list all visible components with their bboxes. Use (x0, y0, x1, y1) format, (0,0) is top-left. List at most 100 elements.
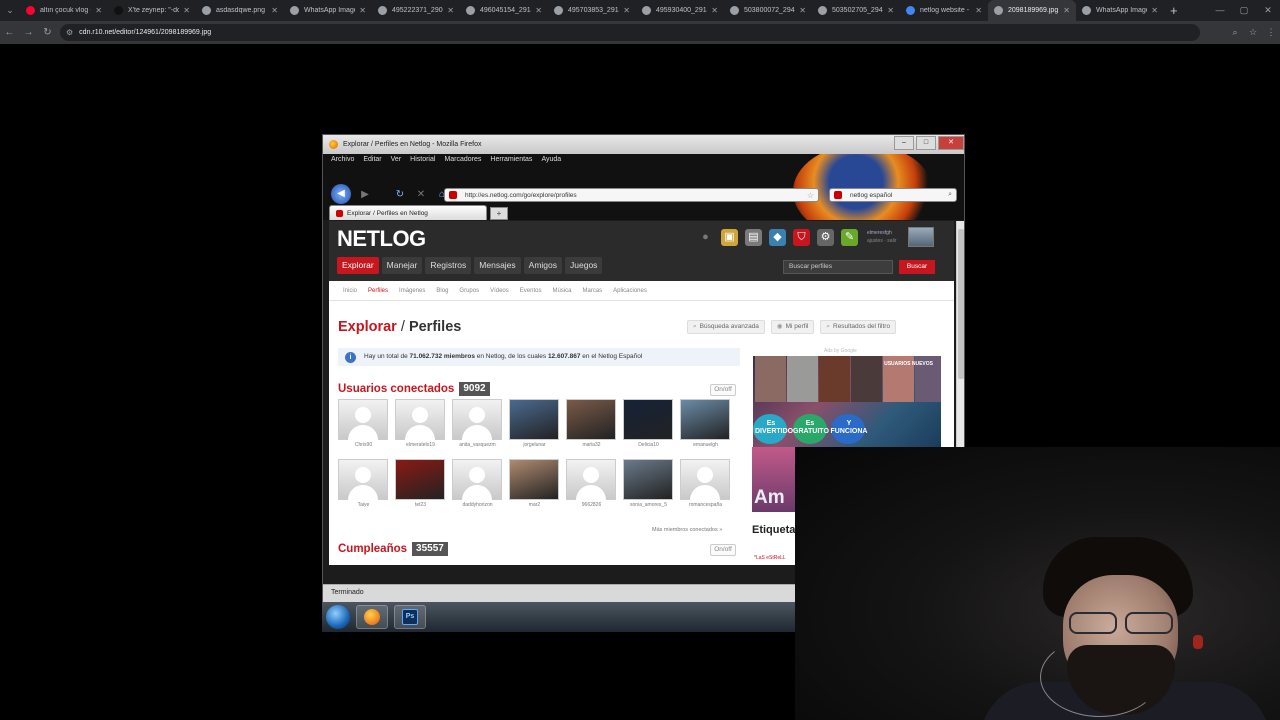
default-avatar-icon (395, 399, 445, 441)
tab-close-icon[interactable]: ✕ (887, 6, 894, 15)
online-users-heading: Usuarios conectados 9092 (338, 382, 490, 396)
netlog-toolbar-icons: ● ▣ ▤ ◆ ⛉ ⚙ ✎ (697, 229, 858, 246)
tab-close-icon[interactable]: ✕ (1063, 6, 1070, 15)
tab-title: asdasdqwe.png (6) (216, 7, 267, 14)
back-icon[interactable]: ← (0, 27, 19, 38)
firefox-titlebar: Explorar / Perfiles en Netlog - Mozilla … (323, 135, 964, 154)
ff-menu-item: Ver (390, 156, 402, 163)
browser-tab[interactable]: X'te zeynep: "-doğu✕ (108, 0, 196, 21)
birthday-toggle: On/off (710, 544, 736, 556)
tab-close-icon[interactable]: ✕ (183, 6, 190, 15)
netlog-nav-tab: Explorar (337, 257, 379, 274)
user-photo (623, 399, 673, 440)
netlog-tab-icon (336, 209, 343, 217)
menu-icon[interactable]: ⋮ (1262, 27, 1280, 38)
crumb-page: Perfiles (408, 319, 462, 335)
screen: ⌄ altın çocuk vlog - Yo✕X'te zeynep: "-d… (0, 0, 1280, 720)
user-name: daddyhorizon (462, 502, 493, 508)
netlog-favicon (449, 191, 457, 199)
browser-tab[interactable]: 496045154_29143 ✕ (460, 0, 548, 21)
tab-close-icon[interactable]: ✕ (1151, 6, 1158, 15)
user-card: Chris90 (338, 399, 389, 453)
site-info-icon[interactable]: ⚙ (66, 28, 73, 37)
tags-partial-panel: Etiqueta *LaS eStReLL (752, 512, 795, 564)
shield-icon: ⛉ (793, 229, 810, 246)
default-avatar-icon (452, 459, 502, 501)
tab-close-icon[interactable]: ✕ (711, 6, 718, 15)
forward-icon[interactable]: → (19, 27, 38, 38)
user-name: elmeratelo19 (406, 442, 435, 448)
user-photo (680, 399, 730, 440)
bookmark-star-icon[interactable]: ☆ (1244, 27, 1262, 38)
firefox-window-controls: – □ ✕ (892, 136, 964, 150)
netlog-nav-tab: Mensajes (474, 257, 521, 274)
close-icon[interactable]: ✕ (1256, 0, 1280, 21)
window-controls: — ▢ ✕ (1208, 0, 1280, 21)
browser-tab[interactable]: 503502705_29462 ✕ (812, 0, 900, 21)
ad-partial-block: Am (752, 447, 795, 512)
tab-title: altın çocuk vlog - Yo (40, 7, 91, 14)
filter-search-icon: ⌕ (826, 323, 830, 330)
search-icon: ⌕ (693, 323, 697, 330)
zoom-icon[interactable]: ⌕ (1226, 27, 1244, 38)
user-name: sonia_amores_5 (630, 502, 667, 508)
user-name: jorgelunar (523, 442, 546, 448)
default-avatar-icon (338, 399, 388, 441)
browser-tab[interactable]: WhatsApp Image 2 ✕ (1076, 0, 1164, 21)
tab-close-icon[interactable]: ✕ (95, 6, 102, 15)
netlog-nav-tab: Registros (425, 257, 472, 274)
browser-tab[interactable]: asdasdqwe.png (6) ✕ (196, 0, 284, 21)
browser-tab[interactable]: 495703853_29143 ✕ (548, 0, 636, 21)
address-bar[interactable]: ⚙ cdn.r10.net/editor/124961/2098189969.j… (60, 24, 1200, 41)
user-name: Taiye (357, 502, 370, 508)
new-tab-button[interactable]: + (1164, 3, 1184, 18)
browser-tab[interactable]: WhatsApp Image 2 ✕ (284, 0, 372, 21)
filter-results-button: ⌕ Resultados del filtro (820, 320, 897, 334)
tab-close-icon[interactable]: ✕ (799, 6, 806, 15)
tab-search-icon[interactable]: ⌄ (0, 0, 20, 21)
tab-close-icon[interactable]: ✕ (623, 6, 630, 15)
ad-banner: USUARIOS NUEVOS Es DIVERTIDO Es GRATUITO… (753, 356, 941, 448)
advanced-search-label: Búsqueda avanzada (699, 323, 759, 330)
tab-favicon-icon (1082, 6, 1091, 15)
browser-tab[interactable]: altın çocuk vlog - Yo ✕ (20, 0, 108, 21)
tab-favicon-icon (642, 6, 651, 15)
user-name: mar2 (528, 502, 541, 508)
maximize-icon[interactable]: ▢ (1232, 0, 1256, 21)
online-users-grid: Chris90 elmeratelo19 anita_vasquezm jorgelu… (338, 399, 738, 513)
reload-icon[interactable]: ↻ (38, 27, 57, 38)
user-photo (395, 459, 445, 500)
netlog-subnav-item: Imágenes (399, 287, 426, 294)
browser-toolbar: ← → ↻ ⚙ cdn.r10.net/editor/124961/209818… (0, 21, 1280, 44)
ad-brand: USUARIOS NUEVOS (884, 361, 933, 367)
tab-close-icon[interactable]: ✕ (975, 6, 982, 15)
browser-tab[interactable]: 2098189969.jpg (1 ✕ (988, 0, 1076, 21)
tab-close-icon[interactable]: ✕ (535, 6, 542, 15)
tab-favicon-icon (730, 6, 739, 15)
ff-search-text: netlog español (850, 191, 893, 199)
user-card: 9662826 (566, 459, 617, 513)
user-card: tet23 (395, 459, 446, 513)
netlog-username: elmeresfgh (867, 230, 892, 236)
minimize-icon[interactable]: — (1208, 0, 1232, 21)
tab-title: 503800072_29460 (744, 7, 795, 14)
browser-tab[interactable]: 495222371_29007 ✕ (372, 0, 460, 21)
ff-reload-icon: ↻ (395, 188, 405, 200)
ff-bookmark-star-icon: ☆ (806, 190, 814, 200)
browser-tab[interactable]: netlog website - Go ✕ (900, 0, 988, 21)
netlog-subnav-item: Música (552, 287, 572, 294)
browser-tab[interactable]: 503800072_29460 ✕ (724, 0, 812, 21)
tab-close-icon[interactable]: ✕ (271, 6, 278, 15)
user-name: anita_vasquezm (459, 442, 496, 448)
tab-favicon-icon (26, 6, 35, 15)
tab-close-icon[interactable]: ✕ (447, 6, 454, 15)
netlog-search-button: Buscar (899, 260, 935, 274)
tab-favicon-icon (906, 6, 915, 15)
user-card: mar2 (509, 459, 560, 513)
browser-tab[interactable]: 495930400_29143 ✕ (636, 0, 724, 21)
user-card: emanuelgh (680, 399, 731, 453)
tab-close-icon[interactable]: ✕ (359, 6, 366, 15)
birthdays-count: 35557 (412, 542, 448, 556)
user-card: sonia_amores_5 (623, 459, 674, 513)
filter-results-label: Resultados del filtro (833, 323, 891, 330)
